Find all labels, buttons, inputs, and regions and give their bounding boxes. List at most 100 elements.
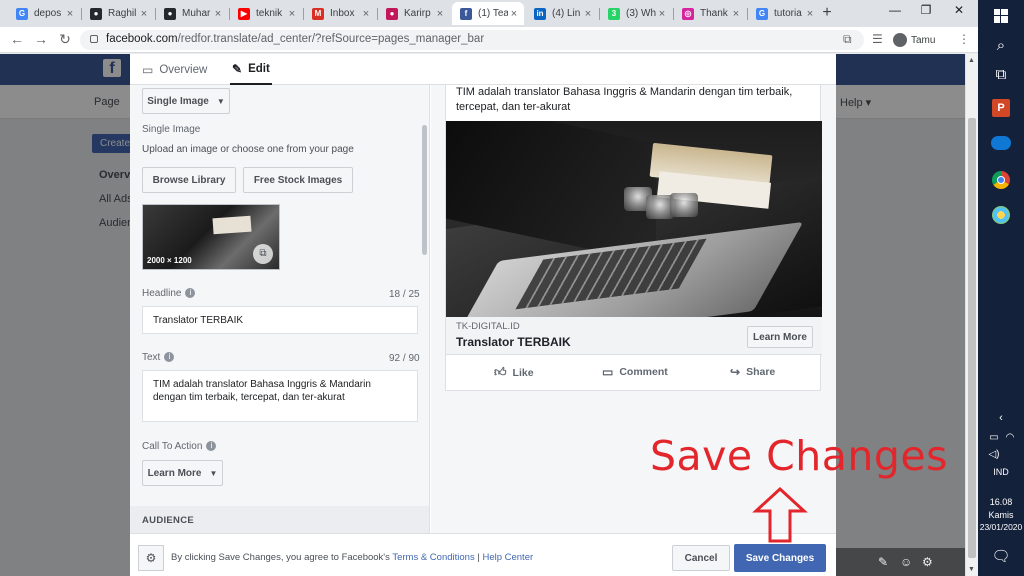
cancel-button[interactable]: Cancel [672, 545, 730, 571]
browser-tab[interactable]: Gtutoria × [748, 2, 820, 25]
restore-button[interactable]: ❐ [911, 3, 941, 17]
section-title: Single Image [142, 124, 201, 135]
github-icon: ● [90, 7, 102, 20]
browser-tab-title: (1) Tea [478, 8, 508, 19]
browser-tab-title: (4) Lin [552, 8, 581, 19]
browser-tab[interactable]: in (4) Lin × [526, 2, 598, 25]
modal-footer: ⚙ By clicking Save Changes, you agree to… [130, 533, 836, 576]
browser-tab[interactable]: ● Karirp × [378, 2, 450, 25]
headline-input[interactable]: Translator TERBAIK [142, 306, 418, 334]
free-stock-images-button[interactable]: Free Stock Images [243, 167, 353, 193]
menu-kebab-icon[interactable]: ⋮ [958, 32, 970, 46]
windows-start-icon[interactable] [989, 4, 1013, 28]
new-tab-button[interactable]: + [818, 4, 836, 22]
karirpad-icon: ● [386, 7, 398, 20]
comment-action[interactable]: ▭ Comment [602, 365, 668, 379]
terms-link[interactable]: Terms & Conditions [392, 552, 474, 563]
translate-icon[interactable]: ⧉ [843, 32, 852, 47]
browser-tab[interactable]: M Inbox × [304, 2, 376, 25]
info-icon[interactable]: i [164, 352, 175, 362]
task-view-icon[interactable]: ⧉ [989, 62, 1013, 86]
gear-icon[interactable]: ⚙ [922, 555, 933, 569]
minimize-button[interactable]: — [880, 3, 910, 17]
browser-tab[interactable]: ▶ teknik × [230, 2, 302, 25]
close-tab-icon[interactable]: × [730, 8, 742, 20]
save-changes-button[interactable]: Save Changes [734, 544, 826, 572]
close-tab-icon[interactable]: × [804, 8, 816, 20]
scrollbar-thumb[interactable] [968, 118, 976, 558]
powerpoint-icon[interactable]: P [989, 96, 1013, 120]
clock-date[interactable]: 23/01/2020 [978, 522, 1024, 532]
edit-form-pane: Single Image ▼ Single Image Upload an ima… [130, 85, 430, 533]
close-tab-icon[interactable]: × [582, 8, 594, 20]
reading-list-icon[interactable]: ☰ [872, 32, 883, 46]
close-window-button[interactable]: ✕ [944, 3, 974, 17]
close-tab-icon[interactable]: × [286, 8, 298, 20]
scroll-up-icon[interactable]: ▲ [968, 57, 975, 64]
paint-icon[interactable] [989, 203, 1013, 227]
consent-text: By clicking Save Changes, you agree to F… [171, 552, 534, 563]
form-scrollbar[interactable] [422, 125, 427, 255]
volume-icon[interactable]: ◁) [982, 442, 1006, 466]
tab-edit[interactable]: ✎ Edit [230, 54, 272, 85]
browser-tab[interactable]: ● Raghil × [82, 2, 154, 25]
share-action[interactable]: ↪ Share [730, 365, 775, 379]
back-icon[interactable]: ← [8, 31, 26, 47]
close-tab-icon[interactable]: × [138, 8, 150, 20]
notifications-icon[interactable]: 🗨︎ [989, 544, 1013, 568]
settings-gear-icon[interactable]: ⚙ [138, 545, 164, 571]
close-tab-icon[interactable]: × [212, 8, 224, 20]
browser-tab-title: Karirp [404, 8, 431, 19]
browser-tab-title: Thank [700, 8, 728, 19]
profile-button[interactable]: Tamu [893, 30, 935, 50]
preview-ad-image [446, 121, 822, 317]
help-center-link[interactable]: Help Center [482, 552, 533, 563]
close-tab-icon[interactable]: × [64, 8, 76, 20]
browser-tab-title: Inbox [330, 8, 355, 19]
selected-image-thumbnail[interactable]: 2000 × 1200 ⧉ [142, 204, 280, 270]
forward-icon[interactable]: → [32, 31, 50, 47]
compose-icon[interactable]: ✎ [878, 555, 888, 569]
preview-cta-button[interactable]: Learn More [747, 326, 813, 348]
audience-section-header[interactable]: AUDIENCE [130, 506, 429, 533]
primary-text-input[interactable]: TIM adalah translator Bahasa Inggris & M… [142, 370, 418, 422]
chrome-icon[interactable] [989, 168, 1013, 192]
browser-tab-title: tutoria [774, 8, 802, 19]
tab-overview[interactable]: ▭ Overview [142, 54, 207, 85]
lock-icon [90, 35, 98, 43]
like-action[interactable]: 👍︎ Like [494, 365, 534, 380]
google-icon: G [16, 7, 28, 20]
edit-ad-modal: ▭ Overview ✎ Edit Single Image ▼ Single Ima… [130, 54, 836, 576]
search-icon[interactable]: ⌕ [989, 33, 1013, 57]
text-label: Text i [142, 352, 175, 363]
people-icon[interactable]: ☺ [900, 555, 912, 569]
address-bar[interactable]: facebook.com/redfor.translate/ad_center/… [80, 30, 864, 50]
browser-tab[interactable]: f (1) Tea × [452, 2, 524, 25]
browse-library-button[interactable]: Browse Library [142, 167, 236, 193]
upload-hint: Upload an image or choose one from your … [142, 144, 354, 155]
preview-domain: TK-DIGITAL.ID [456, 321, 520, 332]
language-indicator[interactable]: IND [978, 467, 1024, 477]
onedrive-icon[interactable] [989, 131, 1013, 155]
close-tab-icon[interactable]: × [656, 8, 668, 20]
instagram-icon: ◎ [682, 7, 694, 20]
close-tab-icon[interactable]: × [434, 8, 446, 20]
browser-tab[interactable]: ● Muhar × [156, 2, 228, 25]
info-icon[interactable]: i [185, 288, 196, 298]
clock-time[interactable]: 16.08 [978, 497, 1024, 507]
cta-dropdown[interactable]: Learn More ▼ [142, 460, 223, 486]
browser-tab[interactable]: ◎ Thank × [674, 2, 746, 25]
scroll-down-icon[interactable]: ▼ [968, 566, 975, 573]
format-dropdown[interactable]: Single Image ▼ [142, 88, 230, 114]
crop-icon[interactable]: ⧉ [253, 244, 273, 264]
browser-tab[interactable]: 3 (3) Wh × [600, 2, 672, 25]
info-icon[interactable]: i [206, 441, 217, 451]
gmail-icon: M [312, 7, 324, 20]
close-tab-icon[interactable]: × [360, 8, 372, 20]
reload-icon[interactable]: ↻ [56, 31, 74, 48]
close-tab-icon[interactable]: × [508, 8, 520, 20]
browser-tab-title: (3) Wh [626, 8, 656, 19]
page-scrollbar[interactable]: ▲ ▼ [965, 54, 978, 576]
browser-tab[interactable]: Gdepos × [8, 2, 80, 25]
clock-day[interactable]: Kamis [978, 510, 1024, 520]
